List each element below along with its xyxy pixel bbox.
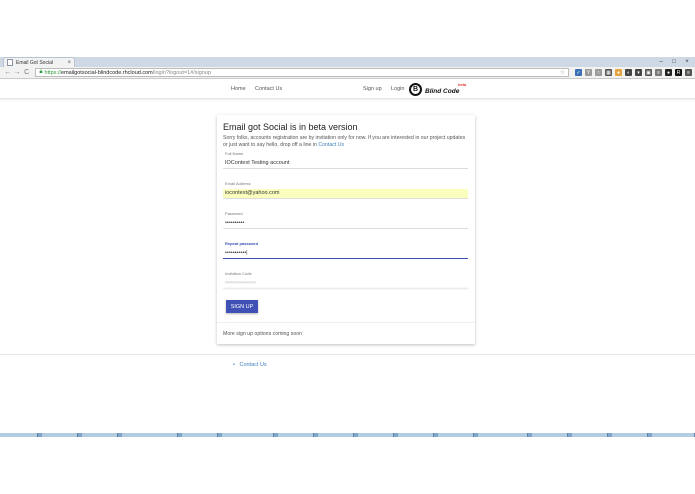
- moon-ext-icon[interactable]: ◐: [625, 69, 632, 76]
- page-title: Email got Social is in beta version: [223, 122, 358, 132]
- nav-signup-link[interactable]: Sign up: [363, 86, 382, 92]
- footer-divider: [0, 354, 695, 355]
- list-bullet: •: [233, 362, 235, 368]
- invitation-code-input[interactable]: ••••••••••••••••: [223, 279, 468, 289]
- url-path: /login?logout=1#/signup: [152, 69, 212, 76]
- menu-icon[interactable]: ≡: [685, 69, 692, 76]
- taskbar-item[interactable]: [222, 433, 274, 437]
- taskbar-item[interactable]: [478, 433, 528, 437]
- full-name-label: Full Name: [225, 151, 244, 156]
- logo-mark-icon: B: [409, 83, 422, 96]
- back-icon[interactable]: ←: [3, 69, 12, 76]
- taskbar-item[interactable]: [398, 433, 434, 437]
- taskbar-item[interactable]: [182, 433, 218, 437]
- page-favicon-icon: [7, 59, 13, 66]
- circle-ext-icon[interactable]: ●: [665, 69, 672, 76]
- url-host: emailgotsocial-blindcode.rhcloud.com: [61, 69, 153, 76]
- beta-badge: beta: [458, 82, 467, 87]
- site-navbar: Home Contact Us Sign up Login: [0, 80, 695, 99]
- taskbar-item[interactable]: [532, 433, 568, 437]
- star-ext-icon[interactable]: ☆: [595, 69, 602, 76]
- intro-text: Sorry folks, accounts registration are b…: [223, 135, 471, 150]
- nav-login-link[interactable]: Login: [391, 86, 404, 92]
- password-input[interactable]: ••••••••••: [223, 219, 468, 229]
- email-input[interactable]: iocontext@yahoo.com: [223, 189, 468, 199]
- window-controls: – □ ×: [655, 57, 693, 66]
- browser-toolbar: ← → C 🔒︎ https:// emailgotsocial-blindco…: [0, 67, 695, 79]
- tab-close-icon[interactable]: ×: [67, 60, 71, 66]
- signup-button[interactable]: SIGN UP: [226, 300, 258, 313]
- browser-titlebar: Email Got Social × – □ ×: [0, 57, 695, 67]
- repeat-password-input[interactable]: •••••••••••|: [223, 249, 468, 259]
- taskbar-item[interactable]: [42, 433, 78, 437]
- invitation-code-label: Invitation Code: [225, 271, 252, 276]
- taskbar-item[interactable]: [612, 433, 648, 437]
- extension-icons: ✓ Y ☆ ▦ ● ◐ ▾ ▣ ≡ ● R ≡: [575, 69, 692, 76]
- close-window-button[interactable]: ×: [681, 57, 693, 66]
- footer-contact-link[interactable]: Contact Us: [239, 362, 266, 368]
- forward-icon[interactable]: →: [12, 69, 21, 76]
- dashboard-ext-icon[interactable]: ▣: [645, 69, 652, 76]
- card-divider: [217, 322, 475, 323]
- taskbar-item[interactable]: [82, 433, 118, 437]
- r-ext-icon[interactable]: R: [675, 69, 682, 76]
- taskbar-item[interactable]: [438, 433, 474, 437]
- apps-grid-icon[interactable]: ▦: [605, 69, 612, 76]
- cast-ext-icon[interactable]: ✓: [575, 69, 582, 76]
- email-label: Email Address: [225, 181, 251, 186]
- footer-links: • Contact Us: [233, 362, 267, 368]
- full-name-input[interactable]: IOContext Testing account: [223, 159, 468, 169]
- taskbar-item[interactable]: [572, 433, 608, 437]
- repeat-password-label: Repeat password: [225, 241, 259, 246]
- nav-home-link[interactable]: Home: [231, 86, 246, 92]
- taskbar-item[interactable]: [318, 433, 354, 437]
- address-bar[interactable]: 🔒︎ https:// emailgotsocial-blindcode.rhc…: [35, 68, 569, 77]
- reload-icon[interactable]: C: [22, 69, 31, 76]
- readability-ext-icon[interactable]: ≡: [655, 69, 662, 76]
- bookmark-star-icon[interactable]: ☆: [560, 69, 565, 76]
- taskbar-item[interactable]: [122, 433, 178, 437]
- pocket-ext-icon[interactable]: ▾: [635, 69, 642, 76]
- os-taskbar: [0, 433, 695, 437]
- signup-card: Email got Social is in beta version Sorr…: [217, 115, 475, 344]
- password-label: Password: [225, 211, 243, 216]
- taskbar-item[interactable]: [358, 433, 394, 437]
- taskbar-item[interactable]: [652, 433, 695, 437]
- taskbar-item[interactable]: [0, 433, 38, 437]
- browser-tab[interactable]: Email Got Social ×: [3, 57, 75, 67]
- logo-text: Blind Code: [425, 88, 460, 95]
- intro-message: Sorry folks, accounts registration are b…: [223, 135, 466, 149]
- signup-options-note: More sign up options coming soon: [223, 331, 303, 337]
- tab-title: Email Got Social: [16, 59, 53, 66]
- minimize-button[interactable]: –: [655, 57, 667, 66]
- lock-icon: 🔒︎: [39, 69, 43, 75]
- nav-contact-link[interactable]: Contact Us: [255, 86, 282, 92]
- url-scheme: https://: [44, 69, 62, 76]
- cookie-ext-icon[interactable]: ●: [615, 69, 622, 76]
- intro-contact-link[interactable]: Contact Us: [318, 142, 344, 148]
- blindcode-logo[interactable]: B Blind Code beta: [409, 82, 466, 96]
- taskbar-item[interactable]: [278, 433, 314, 437]
- filter-ext-icon[interactable]: Y: [585, 69, 592, 76]
- maximize-button[interactable]: □: [668, 57, 680, 66]
